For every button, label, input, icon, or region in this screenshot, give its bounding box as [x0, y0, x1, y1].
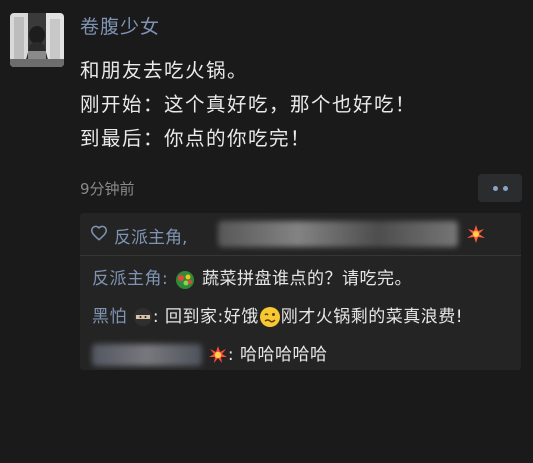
comment-author[interactable]: 黑怕	[92, 307, 127, 327]
avatar[interactable]	[10, 13, 64, 67]
comment-text: 哈哈哈哈哈	[240, 345, 328, 365]
like-separator: ,	[182, 228, 188, 248]
like-name[interactable]: 反派主角	[114, 228, 182, 248]
woozy-face-icon	[259, 307, 280, 327]
comment-text: 刚才火锅剩的菜真浪费!	[280, 307, 464, 327]
avatar-photo-icon	[10, 13, 64, 67]
blurred-like-names	[218, 221, 458, 247]
post-line-1: 和朋友去吃火锅。	[80, 59, 249, 82]
ninja-icon	[133, 308, 152, 326]
likes-row: 反派主角,	[80, 213, 521, 255]
comment-separator: :	[162, 269, 169, 289]
more-dots-icon	[492, 185, 498, 191]
heart-icon	[90, 225, 108, 241]
comment-row[interactable]: : 哈哈哈哈哈	[92, 340, 328, 366]
comment-row[interactable]: 黑怕 : 回到家:好饿 刚才火锅剩的菜真浪费!	[92, 302, 463, 328]
explosion-icon	[208, 346, 227, 363]
comment-separator: :	[227, 345, 241, 365]
comment-separator: :	[152, 307, 166, 327]
interaction-panel: 反派主角, 反派主角: 蔬菜拼盘谁点的？请吃完。 黑怕 : 回到家:好饿 刚才火…	[80, 213, 521, 370]
post-line-3: 到最后：你点的你吃完！	[80, 127, 312, 150]
post-timestamp: 9分钟前	[80, 180, 135, 198]
comment-text: 蔬菜拼盘谁点的？请吃完。	[202, 269, 413, 289]
salad-icon	[176, 271, 195, 289]
more-actions-button[interactable]	[478, 174, 522, 202]
author-name[interactable]: 卷腹少女	[80, 12, 160, 39]
likes-names[interactable]: 反派主角,	[114, 223, 187, 248]
fire-icon	[467, 225, 485, 243]
comment-row[interactable]: 反派主角: 蔬菜拼盘谁点的？请吃完。	[92, 264, 412, 290]
more-dots-icon	[502, 185, 508, 191]
comment-text: 回到家:好饿	[165, 307, 259, 327]
comment-author[interactable]: 反派主角	[92, 269, 162, 289]
divider	[80, 255, 521, 256]
post-line-2: 刚开始：这个真好吃，那个也好吃！	[80, 93, 417, 116]
blurred-comment-author[interactable]	[92, 344, 202, 366]
